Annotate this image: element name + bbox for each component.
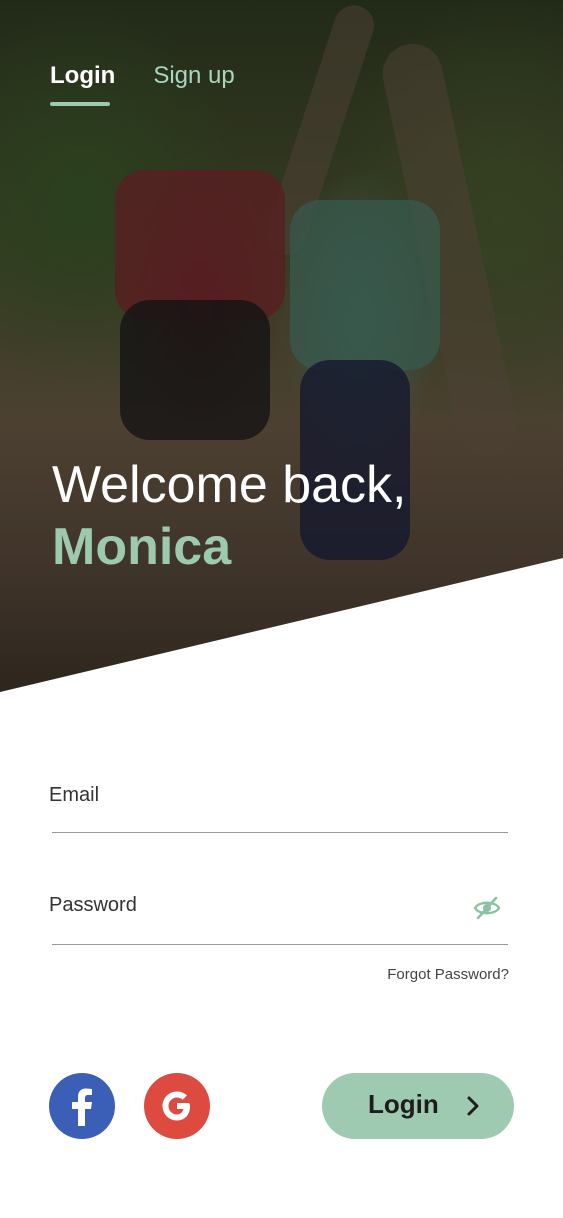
tab-login[interactable]: Login	[50, 62, 115, 106]
login-button-label: Login	[368, 1089, 439, 1119]
facebook-icon	[72, 1088, 92, 1126]
google-icon	[162, 1091, 190, 1121]
password-underline	[52, 944, 508, 945]
password-label: Password	[49, 894, 137, 916]
auth-tabs: Login Sign up	[50, 62, 235, 106]
eye-off-icon[interactable]	[473, 894, 501, 922]
chevron-right-icon	[467, 1096, 479, 1116]
person-shirt	[290, 200, 440, 370]
welcome-heading: Welcome back, Monica	[52, 454, 407, 578]
login-button[interactable]: Login	[322, 1073, 514, 1139]
email-label: Email	[49, 784, 100, 806]
facebook-login-button[interactable]	[49, 1073, 115, 1139]
tree-trunk	[260, 0, 380, 260]
tree-trunk	[376, 38, 524, 462]
person-shirt	[115, 170, 285, 320]
forgot-password-link[interactable]: Forgot Password?	[387, 966, 509, 983]
tab-signup[interactable]: Sign up	[153, 62, 234, 90]
welcome-greeting: Welcome back,	[52, 456, 407, 514]
password-field[interactable]: Password	[49, 894, 509, 948]
email-underline	[52, 832, 508, 833]
email-field[interactable]: Email	[49, 784, 509, 836]
person-shorts	[120, 300, 270, 440]
google-login-button[interactable]	[144, 1073, 210, 1139]
welcome-user-name: Monica	[52, 518, 232, 576]
